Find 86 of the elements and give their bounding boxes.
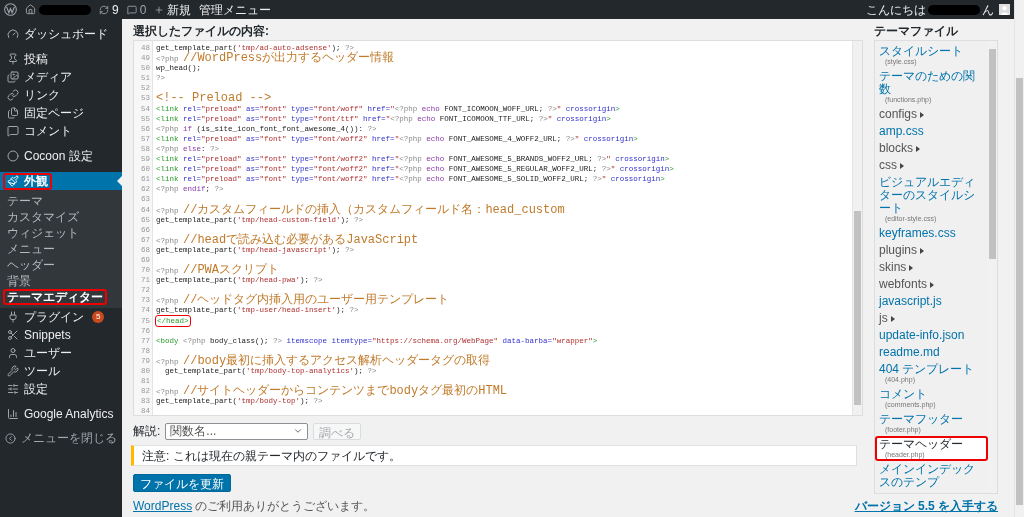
file-item[interactable]: amp.css bbox=[875, 123, 988, 140]
avatar-icon[interactable] bbox=[999, 4, 1010, 15]
chart-icon bbox=[7, 408, 19, 420]
theme-files-title: テーマファイル bbox=[874, 24, 959, 38]
sidebar-item[interactable]: 投稿 bbox=[0, 50, 122, 68]
expand-arrow-icon bbox=[890, 315, 895, 322]
circle-icon bbox=[7, 150, 19, 162]
link-icon bbox=[7, 89, 19, 101]
submenu-item[interactable]: 背景 bbox=[3, 273, 35, 289]
expand-arrow-icon bbox=[909, 264, 914, 271]
sidebar-item[interactable]: プラグイン 5 bbox=[0, 308, 122, 326]
redaction-mark bbox=[39, 4, 91, 15]
count-badge: 5 bbox=[92, 311, 105, 323]
code-editor[interactable] bbox=[133, 40, 863, 416]
expand-arrow-icon bbox=[920, 111, 925, 118]
notice-box: 注意: これは現在の親テーマ内のファイルです。 bbox=[131, 445, 857, 466]
sidebar-item[interactable]: 設定 bbox=[0, 380, 122, 398]
expand-arrow-icon bbox=[930, 281, 935, 288]
scissors-icon bbox=[7, 329, 19, 341]
submenu-item[interactable]: テーマ bbox=[3, 193, 47, 209]
admin-menu-link[interactable]: 管理メニュー bbox=[199, 0, 272, 19]
sidebar-item[interactable]: ダッシュボード bbox=[0, 25, 122, 43]
new-link[interactable]: 新規 bbox=[154, 0, 192, 19]
file-item[interactable]: blocks bbox=[875, 140, 988, 157]
scrollbar[interactable] bbox=[1014, 0, 1024, 517]
wordpress-logo-icon[interactable] bbox=[4, 3, 17, 16]
submenu-item[interactable]: テーマエディター bbox=[3, 289, 107, 305]
file-item[interactable]: readme.md bbox=[875, 344, 988, 361]
submenu-item[interactable]: ヘッダー bbox=[3, 257, 59, 273]
file-item[interactable]: css bbox=[875, 157, 988, 174]
file-item[interactable]: webfonts bbox=[875, 276, 988, 293]
collapse-icon bbox=[5, 432, 16, 444]
sidebar-item[interactable]: ユーザー bbox=[0, 344, 122, 362]
collapse-menu-button[interactable]: メニューを閉じる bbox=[0, 430, 122, 446]
expand-arrow-icon bbox=[920, 247, 925, 254]
sidebar-item[interactable]: Google Analytics bbox=[0, 405, 122, 423]
images-icon bbox=[7, 71, 19, 83]
plug-icon bbox=[7, 311, 19, 323]
sidebar-item[interactable]: リンク bbox=[0, 86, 122, 104]
redaction-mark bbox=[928, 4, 980, 15]
file-item[interactable]: configs bbox=[875, 106, 988, 123]
file-item[interactable]: plugins bbox=[875, 242, 988, 259]
file-item[interactable]: js bbox=[875, 310, 988, 327]
scrollbar[interactable] bbox=[852, 41, 862, 415]
sidebar-item[interactable]: Cocoon 設定 bbox=[0, 147, 122, 165]
editor-title: 選択したファイルの内容: bbox=[133, 24, 270, 38]
wordpress-link[interactable]: WordPress bbox=[133, 499, 193, 513]
chevron-down-icon bbox=[293, 426, 304, 436]
lookup-label: 解説: bbox=[133, 423, 161, 440]
home-icon[interactable] bbox=[25, 4, 36, 15]
expand-arrow-icon bbox=[916, 145, 920, 152]
sliders-icon bbox=[7, 383, 19, 395]
greeting-text-end[interactable]: ん bbox=[982, 0, 994, 19]
paintbrush-icon bbox=[7, 175, 19, 187]
sidebar-item[interactable]: ツール bbox=[0, 362, 122, 380]
pages-icon bbox=[7, 107, 19, 119]
dashboard-icon bbox=[7, 28, 19, 40]
comment-icon bbox=[126, 4, 137, 15]
footer-text: WordPress のご利用ありがとうございます。 bbox=[133, 498, 376, 515]
file-item[interactable]: keyframes.css bbox=[875, 225, 988, 242]
file-item[interactable]: javascript.js bbox=[875, 293, 988, 310]
file-item[interactable]: update-info.json bbox=[875, 327, 988, 344]
code-line: <!-- Preload --> bbox=[156, 93, 272, 105]
file-item[interactable]: skins bbox=[875, 259, 988, 276]
version-link[interactable]: バージョン 5.5 を入手する bbox=[854, 497, 998, 515]
comments-link[interactable]: 0 bbox=[126, 0, 147, 19]
submenu-item[interactable]: メニュー bbox=[3, 241, 59, 257]
sidebar-item[interactable]: コメント bbox=[0, 122, 122, 140]
sidebar-item[interactable]: Snippets bbox=[0, 326, 122, 344]
sidebar-item[interactable]: メディア bbox=[0, 68, 122, 86]
greeting-text[interactable]: こんにちは bbox=[866, 0, 926, 19]
function-select[interactable]: 関数名... bbox=[165, 422, 309, 440]
submenu-item[interactable]: ウィジェット bbox=[3, 225, 83, 241]
sidebar-item[interactable]: 固定ページ bbox=[0, 104, 122, 122]
comment-icon bbox=[7, 125, 19, 137]
wrench-icon bbox=[7, 365, 19, 377]
submenu-item[interactable]: カスタマイズ bbox=[3, 209, 83, 225]
refresh-icon bbox=[99, 4, 109, 15]
user-icon bbox=[7, 347, 19, 359]
pin-icon bbox=[7, 53, 19, 65]
sidebar-item[interactable]: 外観 bbox=[0, 172, 122, 190]
file-item[interactable]: メインインデックスのテンプ bbox=[875, 461, 988, 491]
updates-link[interactable]: 9 bbox=[99, 0, 119, 19]
update-file-button[interactable]: ファイルを更新 bbox=[133, 474, 231, 492]
expand-arrow-icon bbox=[900, 162, 904, 169]
plus-icon bbox=[154, 4, 165, 15]
